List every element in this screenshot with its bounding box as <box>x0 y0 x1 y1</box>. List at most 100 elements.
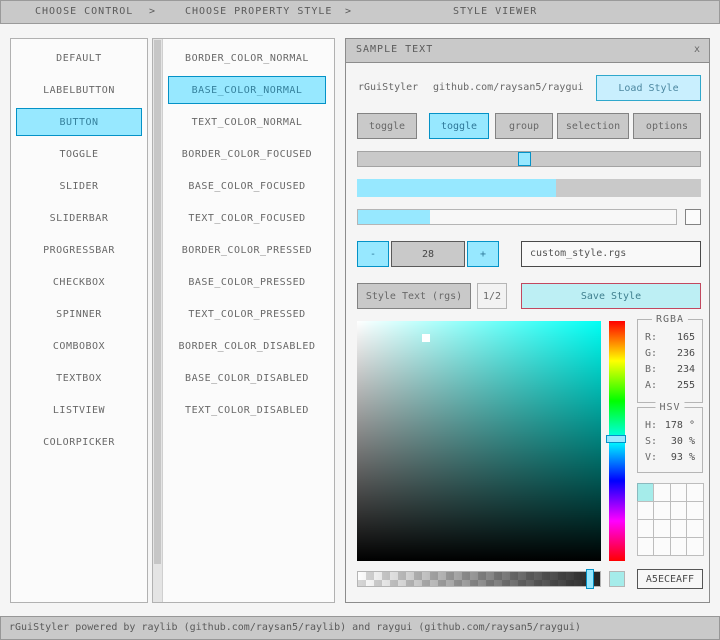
hsv-value-s[interactable]: 30 % <box>671 434 695 450</box>
alpha-slider-handle[interactable] <box>586 569 594 589</box>
control-item-combobox[interactable]: COMBOBOX <box>16 332 142 360</box>
property-item-text-color-normal[interactable]: TEXT_COLOR_NORMAL <box>168 108 326 136</box>
style-text-button[interactable]: Style Text (rgs) <box>357 283 471 309</box>
control-item-checkbox[interactable]: CHECKBOX <box>16 268 142 296</box>
app-name-label: rGuiStyler <box>358 75 418 101</box>
property-item-border-color-focused[interactable]: BORDER_COLOR_FOCUSED <box>168 140 326 168</box>
chevron-right-icon: > <box>149 1 156 23</box>
color-picker-panel[interactable] <box>357 321 601 561</box>
property-item-text-color-disabled[interactable]: TEXT_COLOR_DISABLED <box>168 396 326 424</box>
window-titlebar[interactable]: SAMPLE TEXT x <box>346 39 709 63</box>
toggle-group-item-options[interactable]: options <box>633 113 701 139</box>
slider-bar-fill <box>358 210 430 224</box>
toggle-group-item-toggle[interactable]: toggle <box>429 113 489 139</box>
toggle-group-item-group[interactable]: group <box>495 113 553 139</box>
color-sample-cell[interactable] <box>637 501 655 520</box>
rgba-value-g[interactable]: 236 <box>677 346 695 362</box>
rgba-value-b[interactable]: 234 <box>677 362 695 378</box>
color-sample-cell[interactable] <box>653 483 671 502</box>
alpha-slider[interactable] <box>357 571 601 587</box>
slider-handle[interactable] <box>518 152 531 166</box>
control-item-spinner[interactable]: SPINNER <box>16 300 142 328</box>
property-item-border-color-pressed[interactable]: BORDER_COLOR_PRESSED <box>168 236 326 264</box>
color-sample-cell[interactable] <box>653 501 671 520</box>
file-name-input[interactable]: custom_style.rgs <box>521 241 701 267</box>
property-item-base-color-normal[interactable]: BASE_COLOR_NORMAL <box>168 76 326 104</box>
hex-color-input[interactable]: A5ECEAFF <box>637 569 703 589</box>
step-style-viewer: STYLE VIEWER <box>453 1 537 23</box>
step-choose-control: CHOOSE CONTROL <box>35 1 133 23</box>
hsv-group-title: HSV <box>655 402 684 413</box>
hsv-value-h[interactable]: 178 ° <box>665 418 695 434</box>
property-item-text-color-focused[interactable]: TEXT_COLOR_FOCUSED <box>168 204 326 232</box>
status-bar: rGuiStyler powered by raylib (github.com… <box>0 616 720 640</box>
rgba-row-b: B: 234 <box>638 362 702 378</box>
property-item-base-color-pressed[interactable]: BASE_COLOR_PRESSED <box>168 268 326 296</box>
hsv-row-v: V: 93 % <box>638 450 702 466</box>
color-sample-cell[interactable] <box>670 483 688 502</box>
property-item-text-color-pressed[interactable]: TEXT_COLOR_PRESSED <box>168 300 326 328</box>
color-sample-cell[interactable] <box>686 537 704 556</box>
control-item-sliderbar[interactable]: SLIDERBAR <box>16 204 142 232</box>
rgba-group: RGBA R: 165 G: 236 B: 234 A: 255 <box>637 319 703 403</box>
slider-bar[interactable] <box>357 209 677 225</box>
rgba-label-a: A: <box>645 378 657 394</box>
spinner-decrease-button[interactable]: - <box>357 241 389 267</box>
color-sample-cell[interactable] <box>670 501 688 520</box>
rgba-label-g: G: <box>645 346 657 362</box>
spinner-value-box[interactable]: 28 <box>391 241 465 267</box>
progress-bar <box>357 179 701 197</box>
property-item-base-color-disabled[interactable]: BASE_COLOR_DISABLED <box>168 364 326 392</box>
color-sample-cell[interactable] <box>653 537 671 556</box>
control-item-progressbar[interactable]: PROGRESSBAR <box>16 236 142 264</box>
progress-bar-fill <box>357 179 556 197</box>
properties-scrollbar[interactable] <box>153 39 163 602</box>
control-item-toggle[interactable]: TOGGLE <box>16 140 142 168</box>
control-item-textbox[interactable]: TEXTBOX <box>16 364 142 392</box>
hsv-label-v: V: <box>645 450 657 466</box>
control-item-colorpicker[interactable]: COLORPICKER <box>16 428 142 456</box>
rgba-row-a: A: 255 <box>638 378 702 394</box>
load-style-button[interactable]: Load Style <box>596 75 701 101</box>
steps-bar: CHOOSE CONTROL > CHOOSE PROPERTY STYLE >… <box>0 0 720 24</box>
spinner-increase-button[interactable]: + <box>467 241 499 267</box>
scrollbar-thumb[interactable] <box>154 40 161 564</box>
close-icon[interactable]: x <box>694 39 700 61</box>
property-item-border-color-disabled[interactable]: BORDER_COLOR_DISABLED <box>168 332 326 360</box>
property-item-base-color-focused[interactable]: BASE_COLOR_FOCUSED <box>168 172 326 200</box>
save-style-button[interactable]: Save Style <box>521 283 701 309</box>
controls-list: DEFAULT LABELBUTTON BUTTON TOGGLE SLIDER… <box>10 38 148 603</box>
color-sample-cell[interactable] <box>686 483 704 502</box>
color-sample-cell[interactable] <box>637 537 655 556</box>
toggle-button[interactable]: toggle <box>357 113 417 139</box>
rgba-value-r[interactable]: 165 <box>677 330 695 346</box>
hsv-row-h: H: 178 ° <box>638 418 702 434</box>
control-item-button[interactable]: BUTTON <box>16 108 142 136</box>
control-item-default[interactable]: DEFAULT <box>16 44 142 72</box>
repo-link-label[interactable]: github.com/raysan5/raygui <box>433 75 584 101</box>
hue-handle[interactable] <box>606 435 626 443</box>
color-sample-cell[interactable] <box>637 519 655 538</box>
color-sample-cell[interactable] <box>686 501 704 520</box>
color-sample-cell[interactable] <box>670 537 688 556</box>
control-item-slider[interactable]: SLIDER <box>16 172 142 200</box>
color-picker-cursor[interactable] <box>422 334 430 342</box>
slider[interactable] <box>357 151 701 167</box>
control-item-labelbutton[interactable]: LABELBUTTON <box>16 76 142 104</box>
checkbox[interactable] <box>685 209 701 225</box>
toggle-group-item-selection[interactable]: selection <box>557 113 629 139</box>
current-color-swatch <box>609 571 625 587</box>
property-item-border-color-normal[interactable]: BORDER_COLOR_NORMAL <box>168 44 326 72</box>
page-indicator-button[interactable]: 1/2 <box>477 283 507 309</box>
chevron-right-icon: > <box>345 1 352 23</box>
rgba-value-a[interactable]: 255 <box>677 378 695 394</box>
color-sample-cell[interactable] <box>637 483 655 502</box>
hue-bar[interactable] <box>609 321 625 561</box>
hsv-value-v[interactable]: 93 % <box>671 450 695 466</box>
control-item-listview[interactable]: LISTVIEW <box>16 396 142 424</box>
color-sample-cell[interactable] <box>686 519 704 538</box>
color-sample-cell[interactable] <box>670 519 688 538</box>
hsv-row-s: S: 30 % <box>638 434 702 450</box>
color-sample-cell[interactable] <box>653 519 671 538</box>
hsv-group: HSV H: 178 ° S: 30 % V: 93 % <box>637 407 703 473</box>
